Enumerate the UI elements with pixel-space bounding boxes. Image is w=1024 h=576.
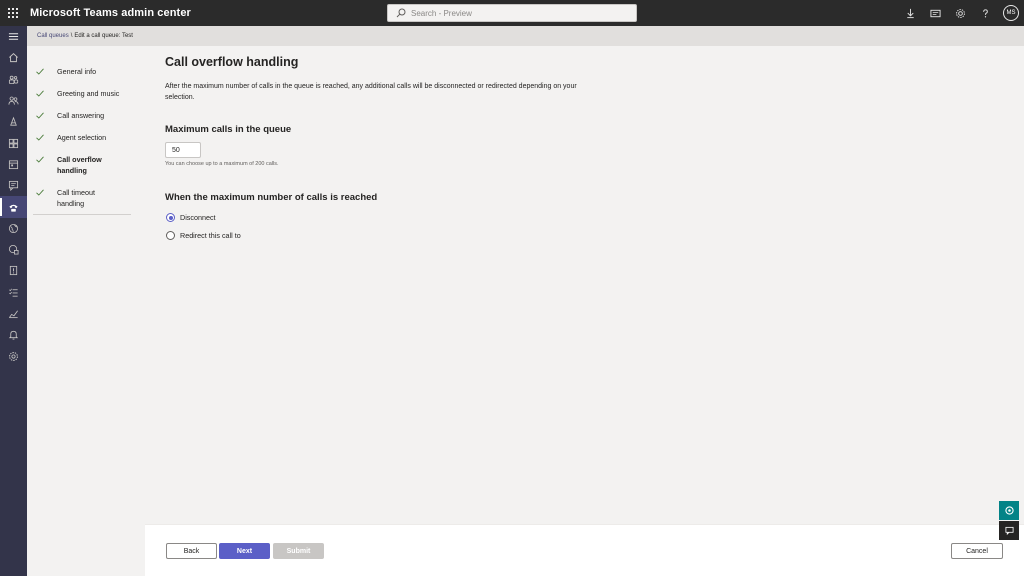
download-icon[interactable]	[898, 0, 923, 26]
apps-icon[interactable]	[0, 132, 27, 153]
breadcrumb-separator: \	[70, 33, 73, 39]
help-chat-button[interactable]	[999, 501, 1019, 520]
max-calls-input[interactable]	[165, 142, 201, 158]
help-icon[interactable]	[973, 0, 998, 26]
locations-icon[interactable]	[0, 218, 27, 239]
app-title: Microsoft Teams admin center	[30, 7, 191, 19]
top-bar: Microsoft Teams admin center MS	[0, 0, 1024, 26]
meetings-icon[interactable]	[0, 154, 27, 175]
users-icon[interactable]	[0, 90, 27, 111]
breadcrumb-current: Edit a call queue: Test	[74, 33, 133, 39]
feedback-icon	[1004, 526, 1014, 535]
policy-icon[interactable]	[0, 239, 27, 260]
step-call-answering[interactable]: Call answering	[33, 110, 133, 121]
wizard-footer: Back Next Submit Cancel	[145, 524, 1024, 576]
menu-icon[interactable]	[0, 26, 27, 47]
page-title: Call overflow handling	[165, 55, 299, 69]
notifications-icon[interactable]	[0, 324, 27, 345]
checkmark-icon	[36, 134, 44, 141]
when-reached-heading: When the maximum number of calls is reac…	[165, 192, 378, 203]
max-calls-heading: Maximum calls in the queue	[165, 124, 292, 135]
search-icon	[396, 8, 406, 18]
devices-icon[interactable]	[0, 111, 27, 132]
step-label: Call timeout handling	[57, 188, 95, 208]
radio-label: Redirect this call to	[180, 231, 241, 240]
max-calls-help-text: You can choose up to a maximum of 200 ca…	[165, 161, 279, 167]
teams-icon[interactable]	[0, 69, 27, 90]
avatar[interactable]: MS	[1003, 5, 1019, 21]
step-label: Call overflow handling	[57, 155, 102, 175]
checkmark-icon	[36, 112, 44, 119]
app-launcher-icon[interactable]	[0, 0, 26, 26]
search-input[interactable]	[411, 8, 611, 18]
messaging-icon[interactable]	[0, 175, 27, 196]
checkmark-icon	[36, 189, 44, 196]
search-box[interactable]	[387, 4, 637, 22]
back-button[interactable]: Back	[166, 543, 217, 559]
settings-icon[interactable]	[0, 345, 27, 366]
breadcrumb: Call queues \ Edit a call queue: Test	[27, 26, 1024, 46]
radio-redirect[interactable]: Redirect this call to	[166, 231, 241, 240]
voice-icon[interactable]	[0, 196, 27, 218]
step-agent-selection[interactable]: Agent selection	[33, 132, 133, 143]
cards-icon[interactable]	[923, 0, 948, 26]
step-call-overflow-handling[interactable]: Call overflow handling	[33, 154, 111, 176]
page-description: After the maximum number of calls in the…	[165, 83, 577, 101]
gear-icon[interactable]	[948, 0, 973, 26]
scroll-area	[997, 46, 1024, 524]
step-general-info[interactable]: General info	[33, 66, 133, 77]
step-label: General info	[57, 67, 97, 76]
step-label: Call answering	[57, 111, 105, 120]
step-greeting-and-music[interactable]: Greeting and music	[33, 88, 133, 99]
radio-disconnect[interactable]: Disconnect	[166, 213, 216, 222]
submit-button: Submit	[273, 543, 324, 559]
feedback-button[interactable]	[999, 521, 1019, 540]
steps-divider	[33, 214, 131, 215]
checkmark-icon	[36, 90, 44, 97]
radio-label: Disconnect	[180, 213, 216, 222]
help-chat-icon	[1004, 506, 1014, 515]
checkmark-icon	[36, 68, 44, 75]
radio-button[interactable]	[166, 231, 175, 240]
step-label: Agent selection	[57, 133, 107, 142]
planning-icon[interactable]	[0, 260, 27, 281]
next-button[interactable]: Next	[219, 543, 270, 559]
step-call-timeout-handling[interactable]: Call timeout handling	[33, 187, 107, 209]
main-content: Call overflow handling After the maximum…	[145, 46, 997, 524]
home-icon[interactable]	[0, 47, 27, 68]
cancel-button[interactable]: Cancel	[951, 543, 1003, 559]
wizard-steps: General info Greeting and music Call ans…	[27, 46, 145, 576]
analytics-icon[interactable]	[0, 282, 27, 303]
reports-icon[interactable]	[0, 303, 27, 324]
radio-button-selected[interactable]	[166, 213, 175, 222]
left-rail	[0, 26, 27, 576]
step-label: Greeting and music	[57, 89, 120, 98]
breadcrumb-call-queues-link[interactable]: Call queues	[37, 33, 69, 39]
checkmark-icon	[36, 156, 44, 163]
